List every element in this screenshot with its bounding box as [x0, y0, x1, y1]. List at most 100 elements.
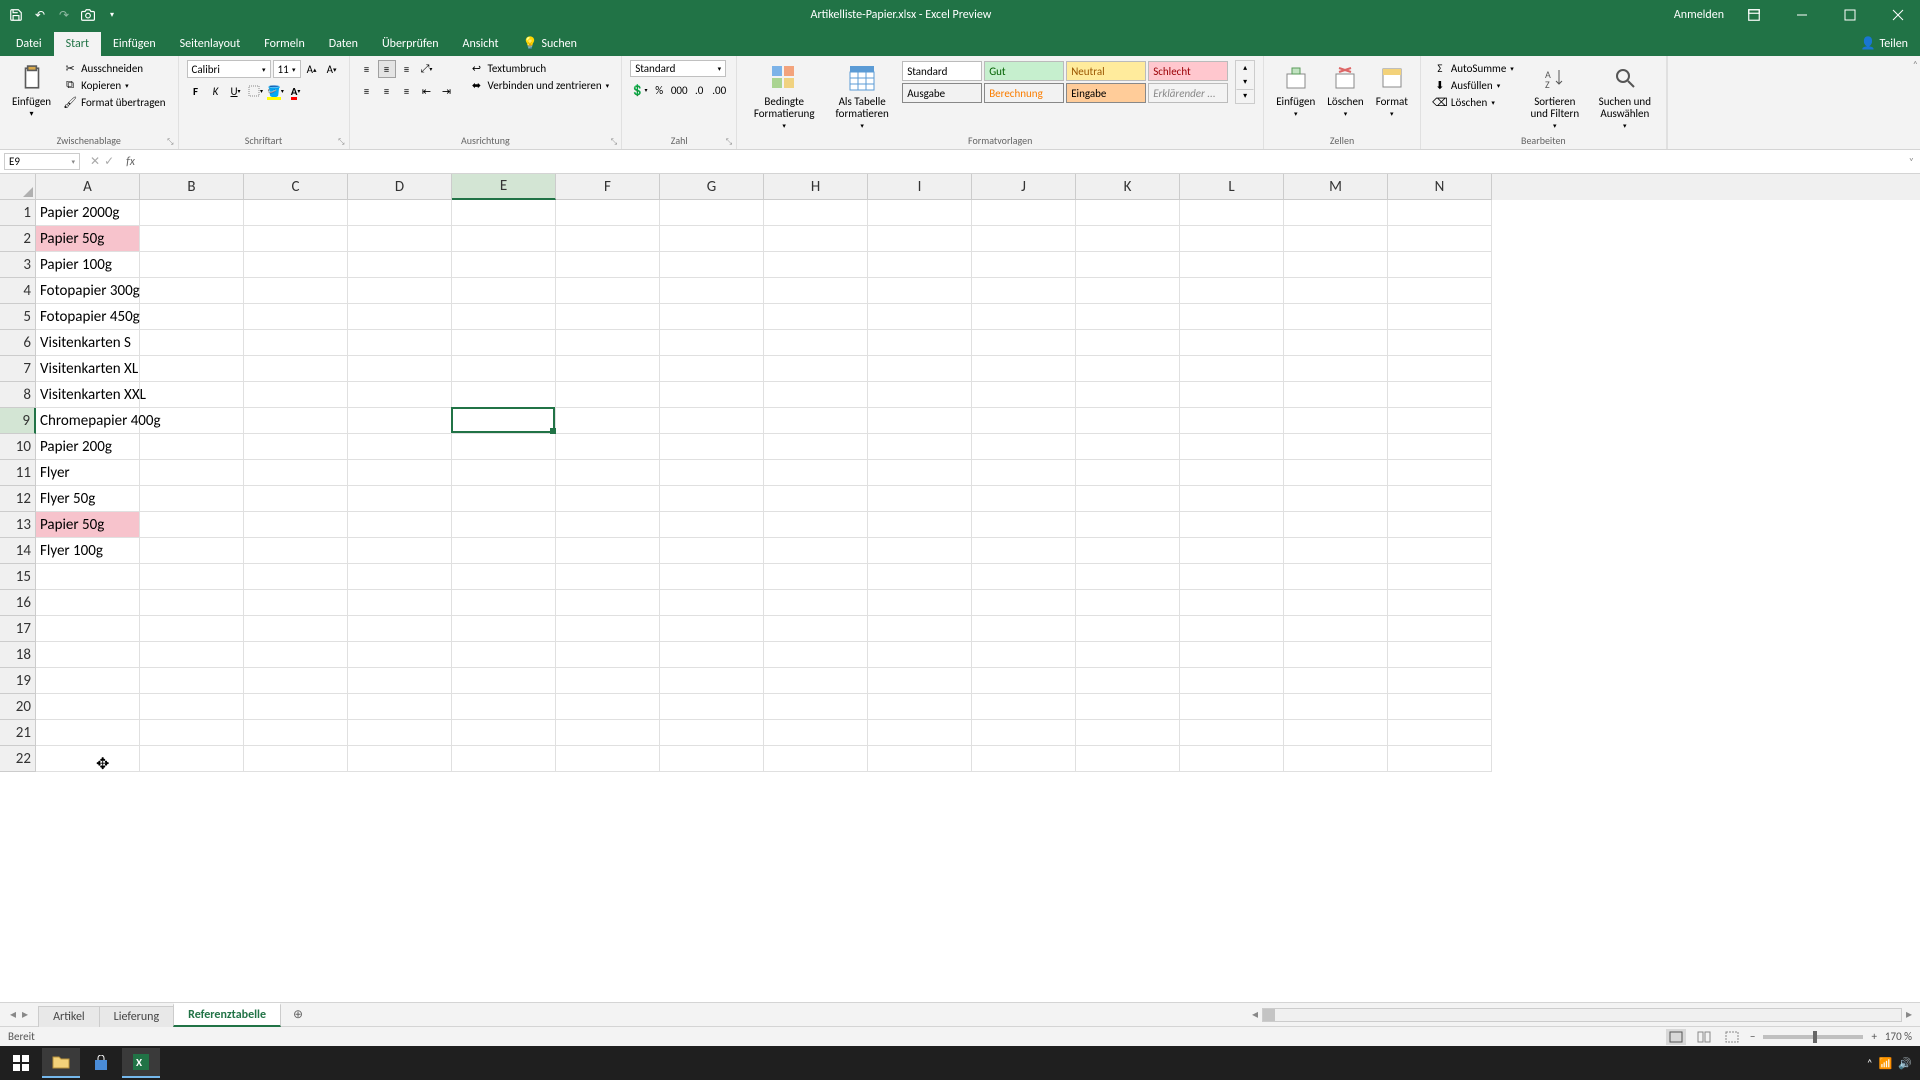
cell[interactable]: [1284, 200, 1388, 226]
row-header[interactable]: 5: [0, 304, 36, 330]
cell[interactable]: Flyer 50g: [36, 486, 140, 512]
cell[interactable]: [1388, 252, 1492, 278]
cell[interactable]: [972, 226, 1076, 252]
ribbon-options-icon[interactable]: [1736, 0, 1772, 30]
cell[interactable]: [556, 252, 660, 278]
cell[interactable]: [1076, 460, 1180, 486]
cell[interactable]: [660, 278, 764, 304]
cell[interactable]: [1180, 434, 1284, 460]
cell[interactable]: [1284, 512, 1388, 538]
cell[interactable]: [1180, 616, 1284, 642]
cell[interactable]: [452, 330, 556, 356]
cell[interactable]: [1076, 330, 1180, 356]
cell[interactable]: [972, 642, 1076, 668]
cancel-formula-icon[interactable]: ✕: [90, 154, 100, 169]
cell[interactable]: [1388, 746, 1492, 772]
cell[interactable]: [244, 746, 348, 772]
cell[interactable]: [348, 408, 452, 434]
cell[interactable]: [1076, 200, 1180, 226]
cell[interactable]: [660, 252, 764, 278]
cell[interactable]: [972, 252, 1076, 278]
cell[interactable]: [244, 304, 348, 330]
cell[interactable]: [1076, 382, 1180, 408]
cell[interactable]: [868, 226, 972, 252]
column-header[interactable]: H: [764, 174, 868, 200]
cell[interactable]: [764, 304, 868, 330]
cell[interactable]: [972, 486, 1076, 512]
cell[interactable]: [244, 720, 348, 746]
cell[interactable]: [348, 590, 452, 616]
cell[interactable]: [452, 278, 556, 304]
cell[interactable]: [972, 200, 1076, 226]
cell[interactable]: [1180, 694, 1284, 720]
cell[interactable]: [868, 304, 972, 330]
cell[interactable]: [764, 460, 868, 486]
share-button[interactable]: 👤Teilen: [1849, 31, 1920, 56]
cell[interactable]: [868, 668, 972, 694]
row-header[interactable]: 8: [0, 382, 36, 408]
row-header[interactable]: 22: [0, 746, 36, 772]
style-calculation[interactable]: Berechnung: [984, 83, 1064, 103]
zoom-out-button[interactable]: −: [1750, 1030, 1755, 1043]
row-header[interactable]: 16: [0, 590, 36, 616]
cell[interactable]: [1284, 434, 1388, 460]
cell[interactable]: [1388, 408, 1492, 434]
cell[interactable]: [868, 434, 972, 460]
cell[interactable]: [348, 668, 452, 694]
cell[interactable]: [348, 746, 452, 772]
cell[interactable]: [556, 278, 660, 304]
file-explorer-taskbar-icon[interactable]: [42, 1048, 80, 1078]
cell[interactable]: Chromepapier 400g: [36, 408, 140, 434]
cell[interactable]: [1180, 512, 1284, 538]
italic-button[interactable]: K: [207, 82, 225, 100]
cell[interactable]: [972, 564, 1076, 590]
row-header[interactable]: 10: [0, 434, 36, 460]
horizontal-scrollbar[interactable]: [1262, 1008, 1902, 1022]
tab-review[interactable]: Überprüfen: [370, 32, 451, 56]
cell[interactable]: Visitenkarten XXL: [36, 382, 140, 408]
cell[interactable]: [660, 304, 764, 330]
cell[interactable]: [452, 616, 556, 642]
tab-insert[interactable]: Einfügen: [101, 32, 168, 56]
cell[interactable]: [348, 538, 452, 564]
cell[interactable]: [868, 694, 972, 720]
cell[interactable]: [452, 564, 556, 590]
cell[interactable]: [1180, 278, 1284, 304]
cell[interactable]: [244, 668, 348, 694]
cell[interactable]: [1180, 226, 1284, 252]
cell[interactable]: [868, 746, 972, 772]
column-header[interactable]: M: [1284, 174, 1388, 200]
font-color-button[interactable]: A▾: [287, 82, 305, 100]
cell[interactable]: [660, 590, 764, 616]
cell[interactable]: [660, 616, 764, 642]
cell[interactable]: [1388, 538, 1492, 564]
cell[interactable]: [1076, 694, 1180, 720]
row-header[interactable]: 19: [0, 668, 36, 694]
cell[interactable]: [140, 460, 244, 486]
cell[interactable]: [660, 538, 764, 564]
cell[interactable]: [556, 668, 660, 694]
cell[interactable]: [868, 486, 972, 512]
cell[interactable]: [1076, 616, 1180, 642]
row-header[interactable]: 13: [0, 512, 36, 538]
percent-button[interactable]: %: [650, 81, 668, 99]
cell[interactable]: [140, 694, 244, 720]
cell[interactable]: [660, 486, 764, 512]
style-output[interactable]: Ausgabe: [902, 83, 982, 103]
cell[interactable]: [556, 356, 660, 382]
decrease-indent-button[interactable]: ⇤: [418, 82, 436, 100]
sheet-nav-prev-icon[interactable]: ◂: [10, 1007, 16, 1022]
cell[interactable]: [452, 200, 556, 226]
cell[interactable]: [868, 408, 972, 434]
cell[interactable]: [1284, 746, 1388, 772]
cell[interactable]: [244, 460, 348, 486]
store-taskbar-icon[interactable]: [82, 1048, 120, 1078]
row-header[interactable]: 14: [0, 538, 36, 564]
increase-indent-button[interactable]: ⇥: [438, 82, 456, 100]
cell[interactable]: [1180, 746, 1284, 772]
cell[interactable]: [868, 200, 972, 226]
accounting-button[interactable]: 💲▾: [630, 81, 648, 99]
cell[interactable]: [972, 538, 1076, 564]
row-header[interactable]: 1: [0, 200, 36, 226]
bold-button[interactable]: F: [187, 82, 205, 100]
